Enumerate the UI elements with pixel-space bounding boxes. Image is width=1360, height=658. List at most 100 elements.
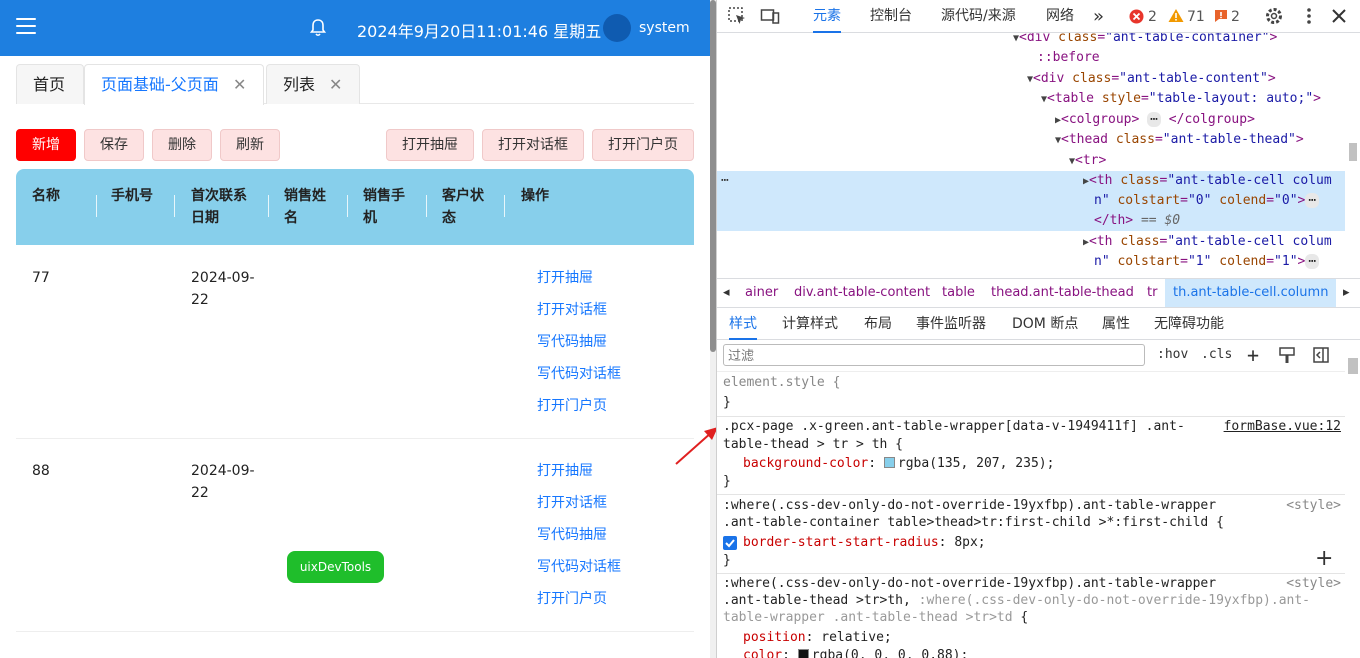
open-dialog-button[interactable]: 打开对话框 bbox=[482, 129, 584, 161]
hover-state-toggle[interactable]: :hov bbox=[1157, 347, 1188, 362]
open-drawer-link[interactable]: 打开抽屉 bbox=[537, 262, 621, 294]
tab-sources[interactable]: 源代码/来源 bbox=[941, 0, 1016, 33]
header-sales-name[interactable]: 销售姓 名 bbox=[284, 185, 326, 229]
tab-styles[interactable]: 样式 bbox=[729, 308, 757, 340]
toggle-sidebar-icon[interactable] bbox=[1313, 347, 1329, 363]
tab-console[interactable]: 控制台 bbox=[870, 0, 912, 33]
dom-node[interactable]: ▼<div class="ant-table-container"> bbox=[1013, 33, 1277, 49]
more-tabs-icon[interactable]: » bbox=[1093, 0, 1104, 33]
breadcrumb-item-active[interactable]: th.ant-table-cell.column bbox=[1165, 279, 1337, 307]
tab-elements[interactable]: 元素 bbox=[813, 0, 841, 33]
css-selector[interactable]: .ant-table-thead >tr>th, :where(.css-dev… bbox=[723, 592, 1310, 610]
add-property-icon[interactable]: + bbox=[1315, 546, 1333, 571]
delete-button[interactable]: 删除 bbox=[152, 129, 212, 161]
color-swatch[interactable] bbox=[883, 457, 895, 468]
breadcrumb-scroll-right-icon[interactable]: ▸ bbox=[1343, 279, 1350, 307]
css-selector[interactable]: :where(.css-dev-only-do-not-override-19y… bbox=[723, 497, 1216, 515]
dom-node-selected[interactable]: ▶<th class="ant-table-cell colum bbox=[1083, 171, 1332, 192]
issues-icon[interactable] bbox=[1214, 9, 1228, 23]
dom-node-cont[interactable]: n" colstart="1" colend="1"> ⋯ bbox=[1094, 252, 1320, 272]
warning-count[interactable]: 71 bbox=[1187, 8, 1205, 26]
open-dialog-link[interactable]: 打开对话框 bbox=[537, 487, 621, 519]
styles-scrollbar[interactable] bbox=[1345, 340, 1360, 658]
source-link[interactable]: <style> bbox=[1286, 575, 1341, 593]
css-declaration[interactable]: border-start-start-radius: 8px; bbox=[743, 534, 986, 552]
open-portal-button[interactable]: 打开门户页 bbox=[592, 129, 694, 161]
css-selector[interactable]: element.style { bbox=[723, 374, 840, 392]
header-name[interactable]: 名称 bbox=[32, 185, 60, 207]
tab-network[interactable]: 网络 bbox=[1046, 0, 1074, 33]
source-link[interactable]: <style> bbox=[1286, 497, 1341, 515]
css-declaration[interactable]: position: relative; bbox=[743, 629, 892, 647]
issues-count[interactable]: 2 bbox=[1231, 8, 1240, 26]
styles-filter-input[interactable] bbox=[723, 344, 1145, 366]
open-portal-link[interactable]: 打开门户页 bbox=[537, 390, 621, 422]
class-toggle[interactable]: .cls bbox=[1201, 347, 1232, 362]
close-icon[interactable]: ✕ bbox=[329, 65, 342, 105]
open-dialog-link[interactable]: 打开对话框 bbox=[537, 294, 621, 326]
dom-node-selected-close[interactable]: </th> == $0 bbox=[1094, 211, 1180, 231]
tab-computed[interactable]: 计算样式 bbox=[782, 308, 838, 340]
username[interactable]: system bbox=[639, 20, 690, 36]
css-declaration[interactable]: color: rgba(0, 0, 0, 0.88); bbox=[743, 647, 968, 658]
tab-home[interactable]: 首页 bbox=[16, 64, 84, 104]
css-selector[interactable]: table-wrapper .ant-table-thead >tr>td { bbox=[723, 609, 1028, 627]
source-link[interactable]: formBase.vue:12 bbox=[1224, 418, 1341, 436]
close-devtools-icon[interactable] bbox=[1329, 6, 1349, 26]
header-first-contact[interactable]: 首次联系 日期 bbox=[191, 185, 247, 229]
menu-icon[interactable] bbox=[16, 18, 36, 36]
open-drawer-button[interactable]: 打开抽屉 bbox=[386, 129, 474, 161]
add-button[interactable]: 新增 bbox=[16, 129, 76, 161]
new-rule-icon[interactable]: + bbox=[1247, 343, 1259, 367]
breadcrumb-item[interactable]: div.ant-table-content bbox=[794, 279, 930, 307]
open-portal-link[interactable]: 打开门户页 bbox=[537, 583, 621, 615]
uix-devtools-button[interactable]: uixDevTools bbox=[287, 551, 384, 583]
css-selector[interactable]: .pcx-page .x-green.ant-table-wrapper[dat… bbox=[723, 418, 1185, 436]
header-sales-phone[interactable]: 销售手 机 bbox=[363, 185, 405, 229]
code-dialog-link[interactable]: 写代码对话框 bbox=[537, 551, 621, 583]
breadcrumb-item[interactable]: thead.ant-table-thead bbox=[991, 279, 1134, 307]
header-customer-status[interactable]: 客户状 态 bbox=[442, 185, 484, 229]
more-options-icon[interactable] bbox=[1299, 6, 1319, 26]
css-selector[interactable]: :where(.css-dev-only-do-not-override-19y… bbox=[723, 575, 1216, 593]
save-button[interactable]: 保存 bbox=[84, 129, 144, 161]
tab-accessibility[interactable]: 无障碍功能 bbox=[1154, 308, 1224, 340]
dom-node[interactable]: ::before bbox=[1037, 48, 1100, 68]
device-toggle-icon[interactable] bbox=[760, 6, 780, 26]
dom-node[interactable]: ▼<table style="table-layout: auto;"> bbox=[1041, 89, 1321, 110]
scrollbar-thumb[interactable] bbox=[1349, 143, 1357, 161]
breadcrumb-item[interactable]: table bbox=[942, 279, 975, 307]
warning-icon[interactable] bbox=[1168, 8, 1184, 23]
breadcrumb-item[interactable]: tr bbox=[1147, 279, 1157, 307]
error-count[interactable]: 2 bbox=[1148, 8, 1157, 26]
color-swatch[interactable] bbox=[797, 649, 809, 658]
breadcrumb-item[interactable]: ainer bbox=[745, 279, 778, 307]
code-drawer-link[interactable]: 写代码抽屉 bbox=[537, 326, 621, 358]
dom-node[interactable]: ▶<colgroup> ⋯ </colgroup> bbox=[1055, 110, 1255, 131]
css-selector[interactable]: .ant-table-container table>thead>tr:firs… bbox=[723, 514, 1224, 532]
dom-scrollbar[interactable] bbox=[1345, 33, 1360, 276]
node-menu-icon[interactable]: ⋯ bbox=[721, 171, 729, 191]
tab-event-listeners[interactable]: 事件监听器 bbox=[916, 308, 986, 340]
close-icon[interactable]: ✕ bbox=[233, 65, 246, 105]
header-phone[interactable]: 手机号 bbox=[111, 185, 153, 207]
breadcrumb-scroll-left-icon[interactable]: ◂ bbox=[723, 279, 730, 307]
tab-dom-breakpoints[interactable]: DOM 断点 bbox=[1012, 308, 1078, 340]
tab-properties[interactable]: 属性 bbox=[1102, 308, 1130, 340]
settings-gear-icon[interactable] bbox=[1264, 6, 1284, 26]
code-dialog-link[interactable]: 写代码对话框 bbox=[537, 358, 621, 390]
dom-node[interactable]: ▼<thead class="ant-table-thead"> bbox=[1055, 130, 1304, 151]
paint-brush-icon[interactable] bbox=[1279, 347, 1295, 364]
css-selector[interactable]: table-thead > tr > th { bbox=[723, 436, 903, 454]
refresh-button[interactable]: 刷新 bbox=[220, 129, 280, 161]
tab-page-basic-parent[interactable]: 页面基础-父页面 ✕ bbox=[84, 64, 264, 105]
dom-node[interactable]: ▼<div class="ant-table-content"> bbox=[1027, 69, 1276, 90]
css-declaration[interactable]: background-color: rgba(135, 207, 235); bbox=[743, 455, 1054, 473]
code-drawer-link[interactable]: 写代码抽屉 bbox=[537, 519, 621, 551]
tab-list[interactable]: 列表 ✕ bbox=[266, 64, 360, 104]
scrollbar-thumb[interactable] bbox=[1348, 358, 1358, 374]
dom-node-selected-cont[interactable]: n" colstart="0" colend="0"> ⋯ bbox=[1094, 191, 1320, 211]
avatar[interactable] bbox=[603, 14, 631, 42]
open-drawer-link[interactable]: 打开抽屉 bbox=[537, 455, 621, 487]
inspect-element-icon[interactable] bbox=[727, 6, 747, 26]
